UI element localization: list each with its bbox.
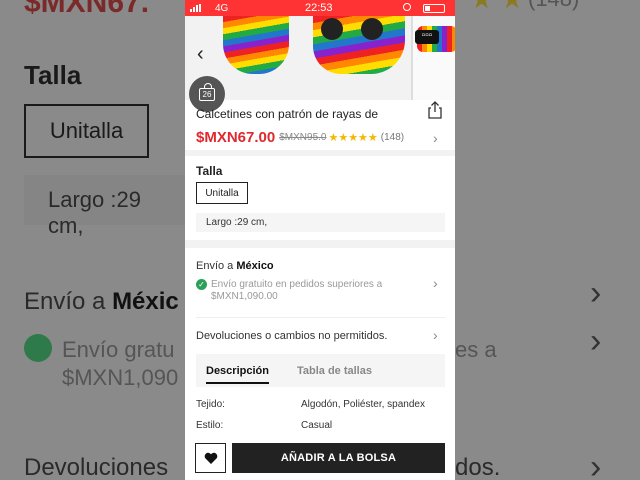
size-measurement: Largo :29 cm, [196,213,445,232]
bg-envio: Envío a Méxic [24,288,179,316]
check-icon: ✓ [196,279,207,290]
bg-review-count: (148) [528,0,579,12]
bg-chevron-right-icon: › [590,448,602,480]
back-arrow-icon[interactable]: ‹ [197,44,204,64]
price-row: $MXN67.00 $MXN95.0 ★★★★★ (148) [196,128,404,146]
tab-size-chart[interactable]: Tabla de tallas [287,354,382,387]
review-count[interactable]: (148) [381,132,404,143]
bg-devoluciones: Devoluciones [24,454,169,480]
section-divider [185,240,455,248]
spec-value-fabric: Algodón, Poliéster, spandex [301,399,425,410]
shipping-chevron-right-icon[interactable]: › [433,276,438,290]
bg-star-icons: ★ ★ [470,0,524,15]
free-shipping-note: Envío gratuito en pedidos superiores a $… [211,279,383,302]
section-divider [185,150,455,156]
product-photo-sock-left [223,16,289,74]
wishlist-button[interactable] [195,443,226,473]
alarm-icon [403,3,411,11]
bg-price: $MXN67. [24,0,150,19]
bg-gratis-right: es a [455,337,497,362]
cart-count: 26 [202,89,212,99]
bg-gratis-line1: Envío gratu [62,337,175,362]
divider [196,317,445,318]
add-to-bag-button[interactable]: AÑADIR A LA BOLSA [232,443,445,473]
shipping-prefix: Envío a [196,260,237,272]
battery-icon [423,4,445,13]
bg-size-option: Unitalla [24,104,149,158]
rating-star-icons[interactable]: ★★★★★ [328,131,377,144]
bg-chevron-right-icon: › [590,274,602,312]
bg-chevron-right-icon: › [590,322,602,360]
size-option-button[interactable]: Unitalla [196,182,248,204]
status-bar: 4G 22:53 [185,0,455,16]
bg-gratis-line2: $MXN1,090 [62,365,179,390]
spec-key-style: Estilo: [196,420,224,431]
product-photo-sock-right [313,16,405,74]
network-type: 4G [215,3,229,14]
returns-chevron-right-icon[interactable]: › [433,328,438,342]
share-icon[interactable] [427,101,443,119]
returns-policy-row[interactable]: Devoluciones o cambios no permitidos. [196,330,387,342]
bg-gratis: Envío gratu $MXN1,090 [62,336,178,392]
screen-recording-frame: $MXN67. ★ ★ (148) Talla Unitalla Largo :… [0,0,640,480]
description-tabs: Descripción Tabla de tallas [196,354,445,387]
clock: 22:53 [305,2,333,14]
signal-icon [190,4,201,12]
heart-icon [204,452,217,464]
shipping-country: México [236,260,274,272]
tab-description[interactable]: Descripción [196,354,279,387]
spec-value-style: Casual [301,420,333,431]
spec-key-fabric: Tejido: [196,399,225,410]
bg-devoluciones-right: dos. [455,454,501,480]
shipping-destination[interactable]: Envío a México [196,260,274,272]
bg-check-icon [24,334,52,362]
size-label: Talla [196,164,223,178]
original-price: $MXN95.0 [279,131,327,143]
reviews-chevron-right-icon[interactable]: › [433,131,438,145]
gallery-more-indicator: ▫▫▫ [415,30,439,44]
current-price: $MXN67.00 [196,128,276,146]
bg-envio-country: Méxic [112,288,179,315]
shopping-bag-icon: 26 [199,82,215,101]
phone-screen: 4G 22:53 ▫▫▫ ‹ 26 Calcetines con patrón … [185,0,455,480]
bg-talla-label: Talla [24,60,82,90]
gallery-thumbnail[interactable]: ▫▫▫ [411,16,455,100]
bg-largo: Largo :29 cm, [24,175,204,238]
product-image-gallery[interactable]: ▫▫▫ ‹ [185,16,455,100]
product-title: Calcetines con patrón de rayas de [196,107,379,121]
bg-envio-prefix: Envío a [24,288,113,315]
